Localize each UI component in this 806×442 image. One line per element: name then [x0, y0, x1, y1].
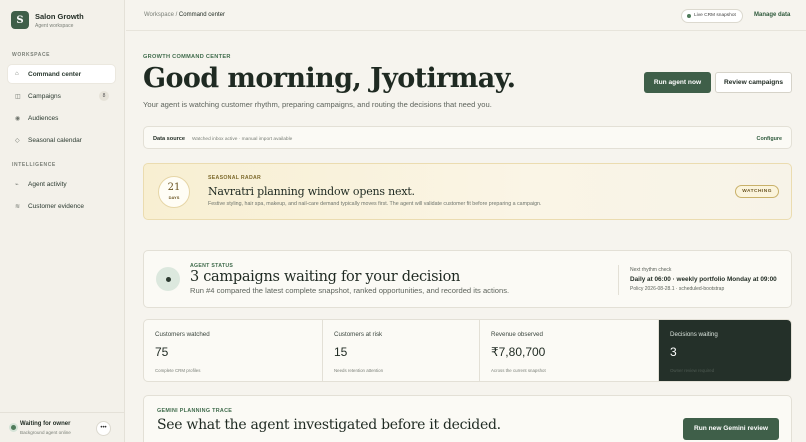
- brand[interactable]: S Salon Growth Agent workspace: [11, 11, 84, 29]
- page-title: Good morning, Jyotirmay.: [143, 63, 516, 94]
- agent-status-icon: [156, 267, 180, 291]
- metric-decisions-waiting[interactable]: Decisions waiting 3 Owner review require…: [659, 320, 791, 381]
- owner-status-subtitle: Background agent online: [20, 430, 71, 435]
- owner-status: Waiting for owner Background agent onlin…: [0, 412, 124, 442]
- manage-data-link[interactable]: Manage data: [754, 12, 790, 18]
- metric-label: Revenue observed: [491, 331, 543, 338]
- more-options-button[interactable]: •••: [96, 421, 111, 436]
- live-snapshot-pill[interactable]: Live CRM snapshot: [681, 9, 743, 23]
- trace-eyebrow: GEMINI PLANNING TRACE: [157, 408, 233, 414]
- sidebar-item-label: Agent activity: [28, 180, 67, 188]
- metric-customers-watched[interactable]: Customers watched 75 Complete CRM profil…: [144, 320, 323, 381]
- breadcrumb: Workspace / Command center: [144, 12, 225, 18]
- agent-status-title: 3 campaigns waiting for your decision: [190, 269, 461, 285]
- seasonal-title: Navratri planning window opens next.: [208, 185, 415, 198]
- agent-status-subtitle: Run #4 compared the latest complete snap…: [190, 286, 510, 295]
- hero-subtitle: Your agent is watching customer rhythm, …: [143, 100, 492, 109]
- home-icon: ⌂: [15, 71, 19, 77]
- live-snapshot-label: Live CRM snapshot: [694, 13, 736, 18]
- metric-value: 75: [155, 345, 169, 359]
- next-rhythm-schedule: Daily at 06:00 · weekly portfolio Monday…: [630, 276, 777, 283]
- campaigns-count-badge: 8: [99, 91, 109, 101]
- status-dot: [165, 276, 171, 282]
- topbar: Workspace / Command center Live CRM snap…: [126, 0, 806, 31]
- brand-logo: S: [11, 11, 29, 29]
- campaign-icon: ◫: [15, 93, 21, 100]
- audience-icon: ◉: [15, 115, 21, 122]
- sidebar-item-seasonal-calendar[interactable]: ◇ Seasonal calendar: [8, 131, 115, 149]
- sidebar-item-customer-evidence[interactable]: ≋ Customer evidence: [8, 197, 115, 215]
- evidence-icon: ≋: [15, 203, 21, 210]
- sidebar-item-label: Audiences: [28, 114, 59, 122]
- divider: [618, 265, 619, 295]
- metric-label: Customers watched: [155, 331, 210, 338]
- metrics-row: Customers watched 75 Complete CRM profil…: [143, 319, 792, 382]
- days-count: 21: [167, 182, 181, 193]
- configure-link[interactable]: Configure: [757, 136, 782, 142]
- run-agent-button[interactable]: Run agent now: [644, 72, 711, 93]
- sidebar: S Salon Growth Agent workspace WORKSPACE…: [0, 0, 125, 442]
- policy-version: Policy 2026-08-28.1 · scheduled-bootstra…: [630, 286, 725, 292]
- metric-note: Needs retention attention: [334, 368, 384, 373]
- hero-eyebrow: GROWTH COMMAND CENTER: [143, 54, 231, 60]
- metric-value: 3: [670, 345, 677, 359]
- breadcrumb-current: Command center: [178, 12, 225, 18]
- watching-badge: WATCHING: [735, 185, 779, 198]
- days-unit: DAYS: [168, 195, 180, 200]
- next-rhythm-label: Next rhythm check: [630, 267, 672, 273]
- data-source-bar: Data source Watched inbox active · manua…: [143, 126, 792, 149]
- sidebar-item-label: Customer evidence: [28, 202, 84, 210]
- agent-status-card: AGENT STATUS 3 campaigns waiting for you…: [143, 250, 792, 308]
- review-campaigns-button[interactable]: Review campaigns: [715, 72, 792, 93]
- owner-status-title: Waiting for owner: [20, 421, 71, 427]
- sidebar-item-agent-activity[interactable]: ⌁ Agent activity: [8, 175, 115, 193]
- seasonal-radar-card: 21 DAYS SEASONAL RADAR Navratri planning…: [143, 163, 792, 220]
- metric-value: ₹7,80,700: [491, 345, 546, 359]
- seasonal-eyebrow: SEASONAL RADAR: [208, 175, 262, 181]
- metric-value: 15: [334, 345, 348, 359]
- metric-note: Owner review required: [670, 368, 715, 373]
- sidebar-item-label: Seasonal calendar: [28, 136, 82, 144]
- sidebar-item-audiences[interactable]: ◉ Audiences: [8, 109, 115, 127]
- metric-customers-at-risk[interactable]: Customers at risk 15 Needs retention att…: [323, 320, 480, 381]
- live-status-dot: [687, 14, 691, 18]
- sidebar-item-campaigns[interactable]: ◫ Campaigns 8: [8, 87, 115, 105]
- gemini-trace-card: GEMINI PLANNING TRACE See what the agent…: [143, 395, 792, 442]
- breadcrumb-workspace[interactable]: Workspace: [144, 12, 174, 18]
- metric-revenue-observed[interactable]: Revenue observed ₹7,80,700 Across the cu…: [480, 320, 659, 381]
- brand-name: Salon Growth: [35, 11, 84, 21]
- trace-title: See what the agent investigated before i…: [157, 417, 501, 433]
- seasonal-description: Festive styling, hair spa, makeup, and n…: [208, 201, 542, 207]
- metric-label: Customers at risk: [334, 331, 383, 338]
- data-source-label: Data source: [153, 136, 186, 142]
- online-status-dot: [11, 425, 16, 430]
- run-gemini-review-button[interactable]: Run new Gemini review: [683, 418, 779, 440]
- activity-icon: ⌁: [15, 181, 19, 188]
- intelligence-section-label: INTELLIGENCE: [12, 162, 56, 168]
- sidebar-item-command-center[interactable]: ⌂ Command center: [8, 65, 115, 83]
- days-countdown: 21 DAYS: [158, 176, 190, 208]
- sidebar-item-label: Campaigns: [28, 92, 61, 100]
- metric-note: Complete CRM profiles: [155, 368, 201, 373]
- calendar-icon: ◇: [15, 137, 20, 144]
- workspace-section-label: WORKSPACE: [12, 52, 51, 58]
- data-source-status: Watched inbox active · manual import ava…: [192, 136, 293, 142]
- metric-label: Decisions waiting: [670, 331, 718, 338]
- sidebar-item-label: Command center: [28, 70, 82, 78]
- brand-subtitle: Agent workspace: [35, 22, 74, 29]
- metric-note: Across the current snapshot: [491, 368, 546, 373]
